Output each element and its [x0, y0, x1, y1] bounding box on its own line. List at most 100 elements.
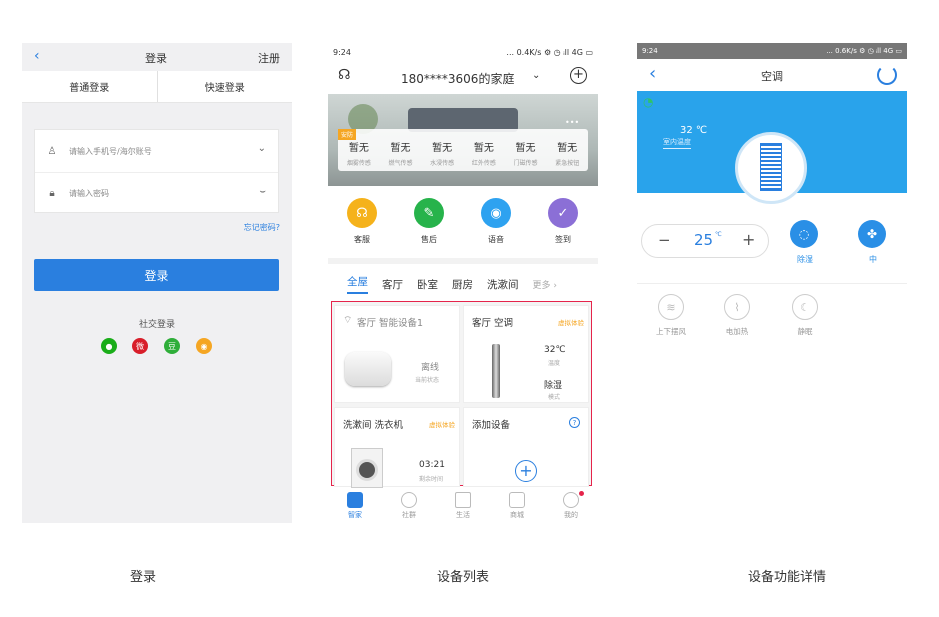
login-form: ♙ 请输入手机号/海尔账号 ⌄ 🔒︎ 请输入密码 ⌣ [34, 129, 279, 213]
devices-caption: 设备列表 [436, 570, 489, 585]
ac-device-circle [735, 132, 807, 204]
status-bar: 9:24 ... 0.4K/s ⚙ ◷ ᵢll 4G ▭ [328, 43, 598, 61]
device-card-smart1[interactable]: ⌔ 客厅 智能设备1 离线 当前状态 [334, 305, 460, 403]
login-button[interactable]: 登录 [34, 259, 279, 291]
tab-more[interactable]: 更多 › [533, 278, 557, 291]
sensor-gas[interactable]: 暂无 燃气传感 [380, 129, 422, 171]
login-screen: ‹ 登录 注册 普通登录 快速登录 ♙ 请输入手机号/海尔账号 ⌄ 🔒︎ 请输入… [22, 43, 292, 523]
tab-living-room[interactable]: 客厅 [382, 277, 403, 292]
quick-aftersale[interactable]: ✎ 售后 [413, 198, 445, 245]
quick-label: 签到 [555, 235, 571, 244]
tab-kitchen[interactable]: 厨房 [452, 277, 473, 292]
nav-label: 社群 [402, 511, 416, 519]
device-state: 离线 [421, 363, 440, 373]
sensor-emergency[interactable]: 暂无 紧急按钮 [546, 129, 588, 171]
sensor-label: 红外传感 [471, 160, 496, 167]
sensor-value: 暂无 [515, 143, 536, 154]
wechat-icon[interactable]: ● [101, 338, 117, 354]
nav-life[interactable]: 生活 [436, 490, 490, 523]
douban-icon[interactable]: 豆 [164, 338, 180, 354]
power-icon[interactable] [877, 65, 897, 85]
ac-mode-label: 模式 [548, 394, 561, 401]
add-device-card[interactable]: 添加设备 ? + [463, 407, 589, 487]
password-placeholder: 请输入密码 [69, 189, 109, 198]
sensor-label: 烟雾传感 [346, 160, 371, 167]
func-swing[interactable]: ≋ 上下摆风 [651, 294, 691, 337]
weibo-red-icon[interactable]: 微 [132, 338, 148, 354]
sensor-label: 门磁传感 [513, 160, 538, 167]
device-title: 洗漱间 洗衣机 [343, 420, 404, 431]
bottom-nav: 智家 社群 生活 商城 我的 [328, 490, 598, 523]
forgot-password-link[interactable]: 忘记密码? [244, 222, 280, 233]
home-u-icon [347, 492, 363, 508]
status-time: 9:24 [642, 47, 658, 55]
login-caption: 登录 [129, 570, 156, 585]
virtual-badge[interactable]: 虚拟体验 [558, 317, 584, 327]
nav-community[interactable]: 社群 [382, 490, 436, 523]
washer-time-label: 剩余时间 [419, 476, 444, 483]
quick-service[interactable]: ☊ 客服 [346, 198, 378, 245]
ac-unit-icon [760, 143, 782, 191]
func-label: 上下摆风 [656, 327, 686, 336]
func-heater[interactable]: ⌇ 电加热 [717, 294, 757, 337]
nav-label: 智家 [348, 511, 362, 519]
minus-button[interactable]: − [658, 231, 671, 249]
ac-detail-screen: 9:24 ... 0.6K/s ⚙ ◷ ᵢll 4G ▭ ‹ 空调 ◔ 32 ℃… [637, 43, 907, 523]
service-icon: ☊ [347, 198, 377, 228]
tab-quick-login[interactable]: 快速登录 [158, 71, 293, 102]
divider [328, 258, 598, 264]
sensor-value: 暂无 [557, 143, 578, 154]
virtual-badge[interactable]: 虚拟体验 [429, 419, 455, 429]
quick-label: 语音 [488, 235, 504, 244]
quick-checkin[interactable]: ✓ 签到 [547, 198, 579, 245]
device-card-washer[interactable]: 洗漱间 洗衣机 虚拟体验 03:21 剩余时间 [334, 407, 460, 488]
washer-time: 03:21 [419, 460, 445, 470]
device-card-ac[interactable]: 客厅 空调 虚拟体验 32℃ 温度 除湿 模式 [463, 305, 589, 403]
func-sleep[interactable]: ☾ 静眠 [785, 294, 825, 337]
smart-device-image [345, 352, 391, 386]
chevron-down-icon[interactable]: ⌄ [258, 143, 266, 154]
washer-image [351, 448, 383, 488]
temp-stepper: − 25 ℃ + [641, 224, 769, 258]
tab-whole-house[interactable]: 全屋 [347, 274, 368, 294]
plus-button[interactable]: + [742, 230, 755, 249]
sensor-water[interactable]: 暂无 水浸传感 [421, 129, 463, 171]
weibo-icon[interactable]: ◉ [196, 338, 212, 354]
nav-label: 我的 [564, 511, 578, 519]
phone-placeholder: 请输入手机号/海尔账号 [69, 146, 152, 156]
add-icon[interactable]: + [515, 460, 537, 482]
chevron-down-icon[interactable]: ⌄ [532, 70, 540, 81]
nav-mall[interactable]: 商城 [490, 490, 544, 523]
mode-dehumidify[interactable]: ◌ 除湿 [790, 220, 820, 265]
mode-fan-speed[interactable]: ✤ 中 [858, 220, 888, 265]
quick-voice[interactable]: ◉ 语音 [480, 198, 512, 245]
back-arrow-icon[interactable]: ‹ [649, 63, 656, 84]
user-icon: ♙ [47, 145, 57, 157]
register-link[interactable]: 注册 [258, 50, 280, 66]
ac-temp-label: 温度 [548, 360, 561, 367]
tab-normal-login[interactable]: 普通登录 [22, 71, 158, 102]
sensor-door[interactable]: 暂无 门磁传感 [505, 129, 547, 171]
mode-label: 除湿 [797, 255, 813, 264]
nav-label: 商城 [510, 511, 524, 519]
help-icon[interactable]: ? [569, 417, 580, 428]
phone-field[interactable]: ♙ 请输入手机号/海尔账号 ⌄ [35, 130, 278, 172]
nav-mine[interactable]: 我的 [544, 490, 598, 523]
password-field[interactable]: 🔒︎ 请输入密码 ⌣ [35, 172, 278, 214]
add-circle-icon[interactable]: + [570, 67, 587, 84]
home-title[interactable]: 180****3606的家庭 [401, 70, 514, 87]
heater-icon: ⌇ [724, 294, 750, 320]
ac-caption: 设备功能详情 [747, 570, 826, 585]
device-title: 客厅 空调 [472, 318, 514, 329]
sensor-infrared[interactable]: 暂无 红外传感 [463, 129, 505, 171]
nav-home[interactable]: 智家 [328, 490, 382, 523]
headset-icon[interactable]: ☊ [338, 67, 350, 83]
back-arrow-icon[interactable]: ‹ [34, 48, 40, 64]
eye-closed-icon[interactable]: ⌣ [259, 186, 266, 197]
tab-bathroom[interactable]: 洗漱间 [487, 277, 519, 292]
device-title: 添加设备 [472, 420, 511, 431]
tab-bedroom[interactable]: 卧室 [417, 277, 438, 292]
ac-title: 空调 [761, 70, 783, 83]
bag-icon [509, 492, 525, 508]
swing-icon: ≋ [658, 294, 684, 320]
